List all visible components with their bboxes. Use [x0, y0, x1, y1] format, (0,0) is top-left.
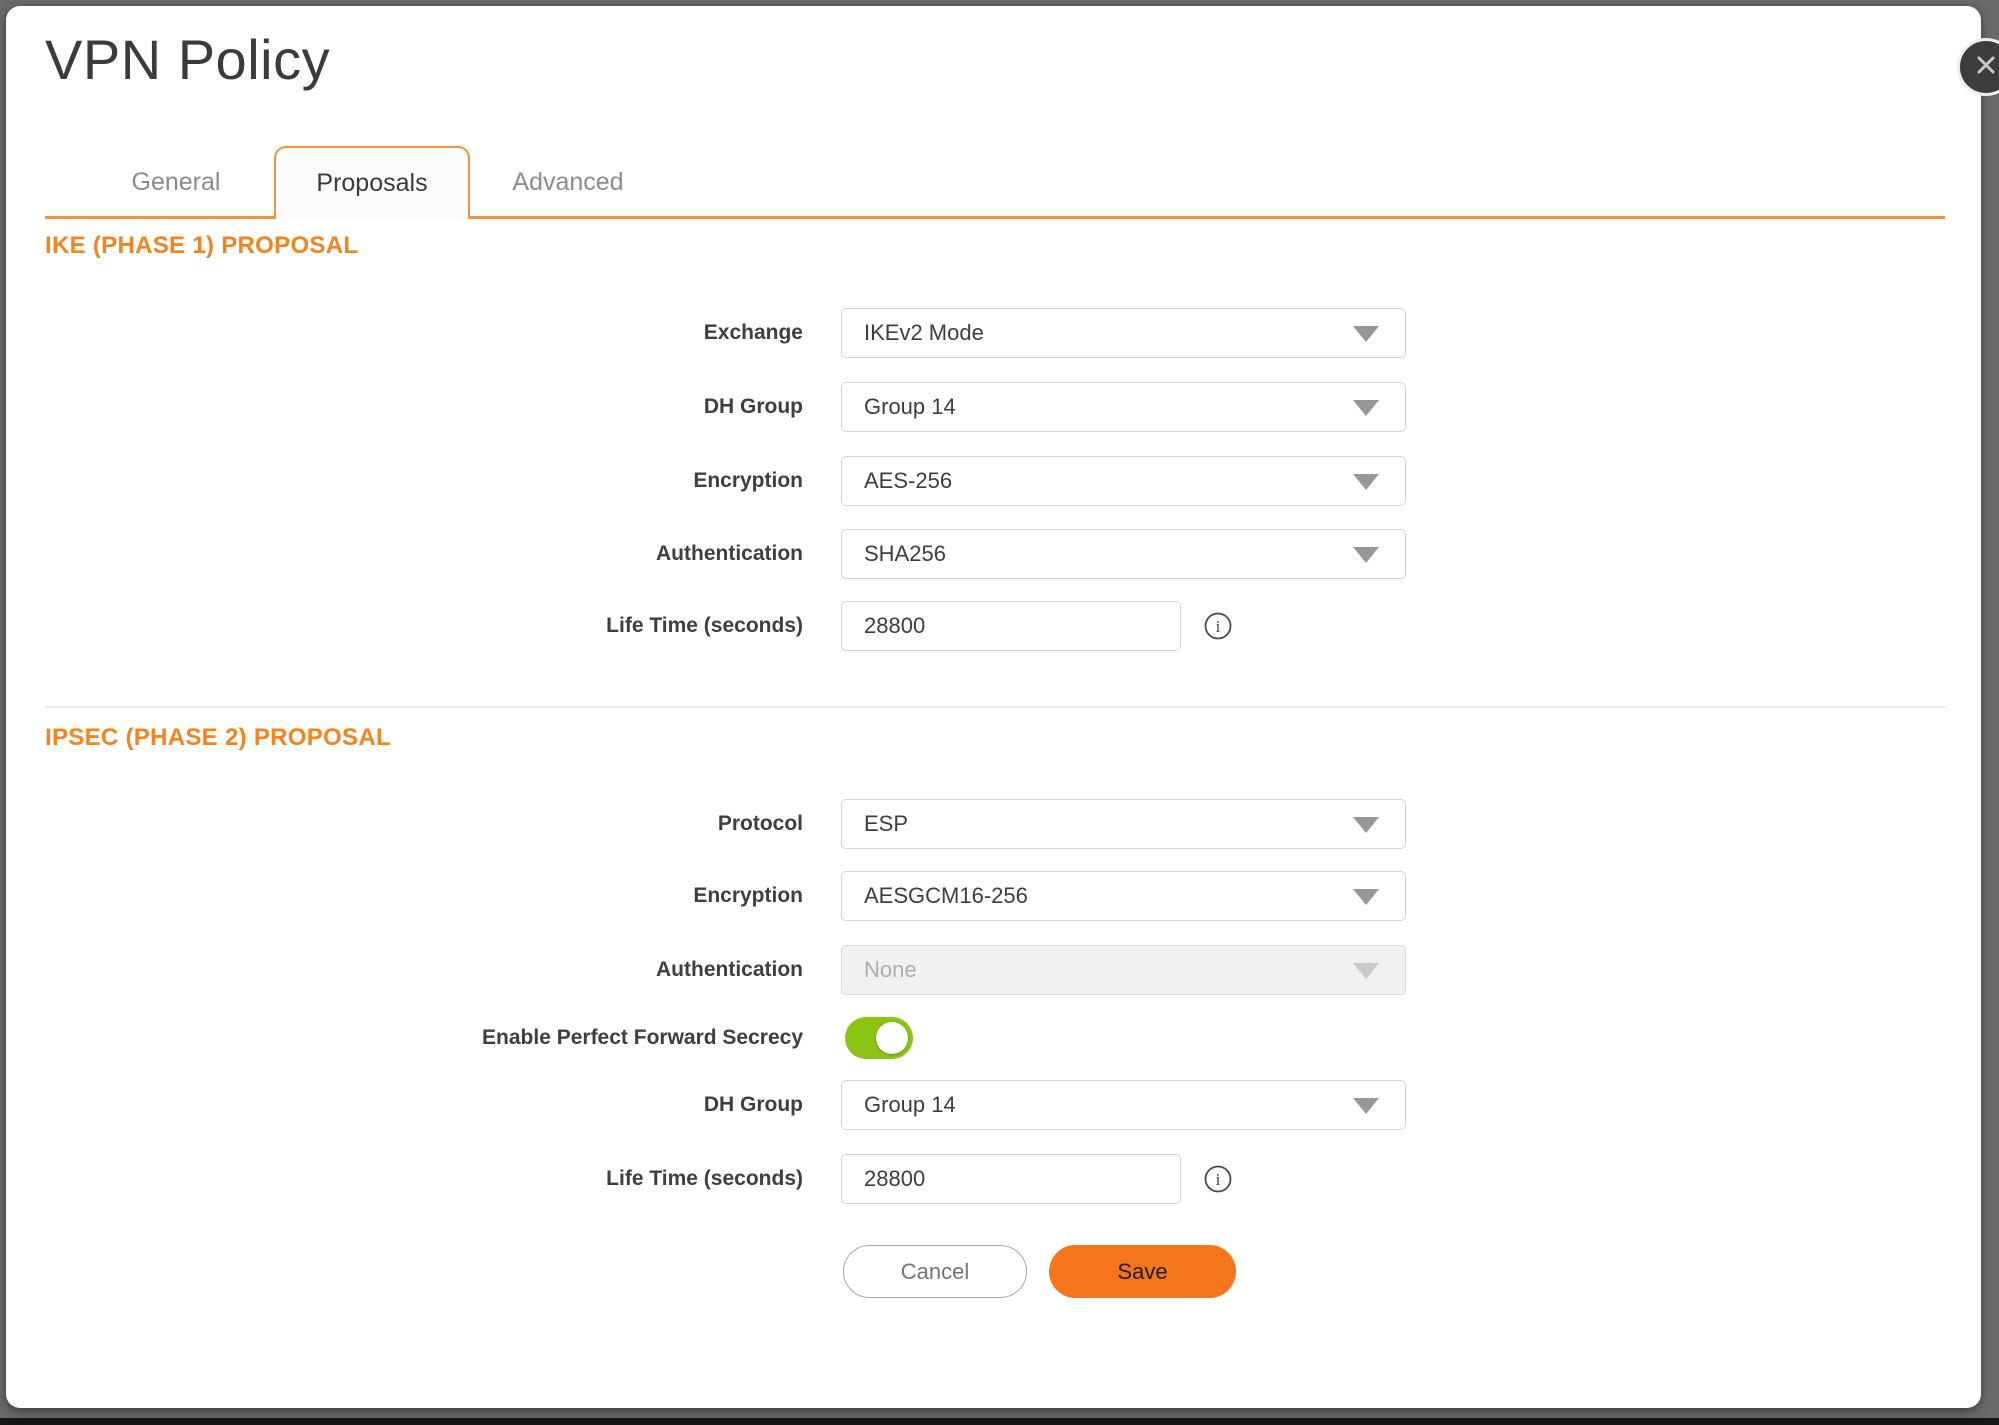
- ipsec-encryption-row: Encryption AESGCM16-256: [6, 871, 1456, 921]
- ike-dh-group-select[interactable]: Group 14: [841, 382, 1406, 432]
- chevron-down-icon: [1353, 889, 1379, 905]
- ipsec-lifetime-input[interactable]: [841, 1154, 1181, 1204]
- info-icon: i: [1203, 1164, 1233, 1194]
- bottom-edge-bar: [0, 1418, 1999, 1425]
- svg-text:i: i: [1216, 617, 1221, 636]
- chevron-down-icon: [1353, 963, 1379, 979]
- ike-dh-group-row: DH Group Group 14: [6, 382, 1456, 432]
- info-icon: i: [1203, 611, 1233, 641]
- ipsec-lifetime-row: Life Time (seconds) i: [6, 1154, 1456, 1204]
- ipsec-encryption-select-value: AESGCM16-256: [864, 883, 1028, 908]
- tab-advanced[interactable]: Advanced: [470, 146, 666, 219]
- ipsec-dh-group-row: DH Group Group 14: [6, 1080, 1456, 1130]
- chevron-down-icon: [1353, 326, 1379, 342]
- ike-encryption-label: Encryption: [693, 469, 803, 492]
- exchange-select-value: IKEv2 Mode: [864, 320, 984, 345]
- ike-lifetime-label: Life Time (seconds): [606, 614, 803, 637]
- pfs-row: Enable Perfect Forward Secrecy: [6, 1017, 1456, 1059]
- toggle-knob: [876, 1022, 908, 1054]
- ipsec-lifetime-label: Life Time (seconds): [606, 1167, 803, 1190]
- ipsec-authentication-label: Authentication: [656, 958, 803, 981]
- chevron-down-icon: [1353, 474, 1379, 490]
- ipsec-authentication-select-value: None: [864, 957, 917, 982]
- ipsec-encryption-label: Encryption: [693, 884, 803, 907]
- ike-section-heading: IKE (PHASE 1) PROPOSAL: [45, 232, 359, 259]
- exchange-label: Exchange: [703, 321, 803, 344]
- ipsec-authentication-row: Authentication None: [6, 945, 1456, 995]
- tab-proposals-label: Proposals: [316, 169, 428, 197]
- ike-encryption-select-value: AES-256: [864, 468, 953, 493]
- ipsec-authentication-select: None: [841, 945, 1406, 995]
- ipsec-dh-group-select[interactable]: Group 14: [841, 1080, 1406, 1130]
- cancel-button[interactable]: Cancel: [843, 1245, 1027, 1298]
- ike-lifetime-row: Life Time (seconds) i: [6, 601, 1456, 651]
- exchange-row: Exchange IKEv2 Mode: [6, 308, 1456, 358]
- ike-encryption-select[interactable]: AES-256: [841, 456, 1406, 506]
- chevron-down-icon: [1353, 817, 1379, 833]
- tab-general[interactable]: General: [78, 146, 274, 219]
- protocol-label: Protocol: [717, 812, 803, 835]
- vpn-policy-dialog: VPN Policy General Proposals Advanced IK…: [6, 6, 1981, 1408]
- chevron-down-icon: [1353, 1098, 1379, 1114]
- ike-dh-group-label: DH Group: [703, 395, 803, 418]
- close-icon: [1971, 50, 1999, 85]
- tab-proposals[interactable]: Proposals: [274, 146, 470, 219]
- cancel-button-label: Cancel: [900, 1258, 970, 1284]
- tab-advanced-label: Advanced: [512, 168, 624, 196]
- ike-authentication-row: Authentication SHA256: [6, 529, 1456, 579]
- pfs-label: Enable Perfect Forward Secrecy: [482, 1026, 803, 1049]
- ike-authentication-label: Authentication: [656, 542, 803, 565]
- ike-authentication-select-value: SHA256: [864, 541, 946, 566]
- svg-text:i: i: [1216, 1170, 1221, 1189]
- exchange-select[interactable]: IKEv2 Mode: [841, 308, 1406, 358]
- ike-lifetime-input[interactable]: [841, 601, 1181, 651]
- chevron-down-icon: [1353, 400, 1379, 416]
- ike-dh-group-select-value: Group 14: [864, 394, 956, 419]
- ipsec-dh-group-label: DH Group: [703, 1093, 803, 1116]
- page-title: VPN Policy: [45, 28, 331, 91]
- ipsec-encryption-select[interactable]: AESGCM16-256: [841, 871, 1406, 921]
- tab-general-label: General: [131, 168, 221, 196]
- pfs-toggle[interactable]: [845, 1017, 913, 1059]
- ipsec-section-heading: IPSEC (PHASE 2) PROPOSAL: [45, 724, 391, 751]
- protocol-select[interactable]: ESP: [841, 799, 1406, 849]
- protocol-row: Protocol ESP: [6, 799, 1456, 849]
- save-button-label: Save: [1117, 1258, 1168, 1284]
- save-button[interactable]: Save: [1049, 1245, 1236, 1298]
- ike-encryption-row: Encryption AES-256: [6, 456, 1456, 506]
- chevron-down-icon: [1353, 547, 1379, 563]
- ipsec-dh-group-select-value: Group 14: [864, 1092, 956, 1117]
- protocol-select-value: ESP: [864, 811, 909, 836]
- section-divider: [45, 706, 1945, 708]
- ike-authentication-select[interactable]: SHA256: [841, 529, 1406, 579]
